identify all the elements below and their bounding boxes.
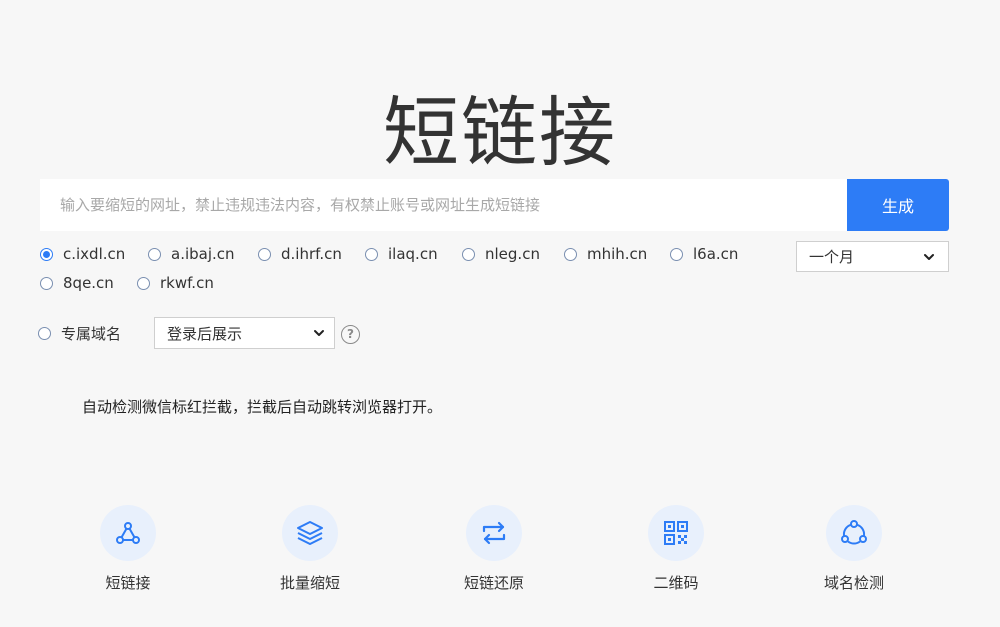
feature-restore-link[interactable]: 短链还原 [424,505,564,593]
domain-label: 8qe.cn [63,274,114,292]
chevron-down-icon [924,253,934,260]
duration-value: 一个月 [809,248,855,266]
custom-domain-option[interactable]: 专属域名 [38,317,121,349]
radio-button[interactable] [40,247,53,261]
domain-label: nleg.cn [485,245,540,263]
radio-button[interactable] [670,247,683,261]
feature-icon-circle [466,505,522,561]
radio-button[interactable] [258,247,271,261]
layers-icon [297,521,323,545]
domain-option[interactable]: d.ihrf.cn [258,243,342,265]
network-cycle-icon [841,520,867,545]
feature-label: 短链还原 [463,574,524,592]
generate-button[interactable]: 生成 [847,179,949,231]
radio-button[interactable] [462,247,475,261]
chevron-down-icon [314,330,324,336]
duration-select[interactable]: 一个月 [796,241,949,272]
search-bar: 生成 [40,179,949,231]
radio-button[interactable] [365,247,378,261]
radio-button[interactable] [148,247,161,261]
custom-domain-select[interactable]: 登录后展示 [154,317,335,349]
custom-domain-label: 专属域名 [61,324,122,343]
feature-short-link[interactable]: 短链接 [58,505,198,593]
feature-domain-check[interactable]: 域名检测 [784,505,924,593]
radio-button[interactable] [38,326,51,340]
feature-label: 二维码 [653,574,699,592]
swap-arrows-icon [482,521,506,545]
domain-option[interactable]: mhih.cn [564,243,647,265]
domain-label: rkwf.cn [160,274,214,292]
feature-label: 短链接 [105,574,151,592]
qr-code-icon [664,521,688,545]
feature-icon-circle [648,505,704,561]
domain-label: a.ibaj.cn [171,245,235,263]
radio-button[interactable] [40,276,53,290]
domain-option[interactable]: rkwf.cn [137,272,214,294]
feature-icon-circle [282,505,338,561]
share-nodes-icon [116,522,140,544]
domain-option[interactable]: l6a.cn [670,243,738,265]
domain-option[interactable]: a.ibaj.cn [148,243,235,265]
feature-icon-circle [100,505,156,561]
help-icon[interactable]: ? [341,325,360,344]
feature-batch-shorten[interactable]: 批量缩短 [240,505,380,593]
feature-icon-circle [826,505,882,561]
domain-option[interactable]: ilaq.cn [365,243,438,265]
domain-label: mhih.cn [587,245,648,263]
domain-option[interactable]: 8qe.cn [40,272,114,294]
domain-label: l6a.cn [693,245,739,263]
page-title: 短链接 [383,87,617,177]
wechat-notice: 自动检测微信标红拦截，拦截后自动跳转浏览器打开。 [82,398,443,416]
radio-button[interactable] [564,247,577,261]
domain-label: c.ixdl.cn [63,245,126,263]
domain-label: d.ihrf.cn [281,245,342,263]
radio-button[interactable] [137,276,150,290]
feature-label: 域名检测 [823,574,884,592]
feature-label: 批量缩短 [279,574,340,592]
domain-option[interactable]: c.ixdl.cn [40,243,125,265]
url-input[interactable] [40,179,847,231]
feature-qr-code[interactable]: 二维码 [606,505,746,593]
domain-option[interactable]: nleg.cn [462,243,540,265]
domain-label: ilaq.cn [388,245,438,263]
custom-domain-value: 登录后展示 [167,324,243,343]
